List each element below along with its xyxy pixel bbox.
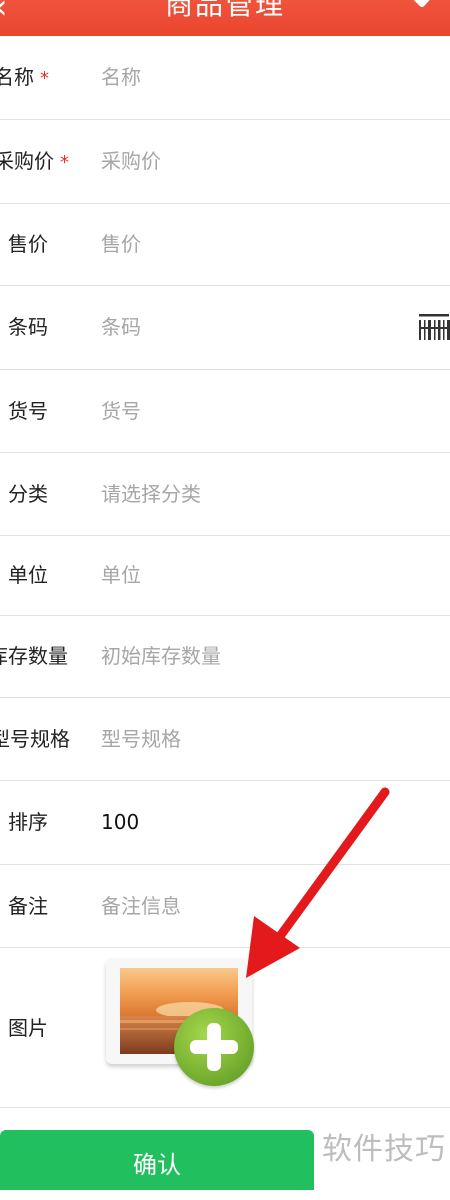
form-row-stock: 库存数量 初始库存数量 [0, 616, 450, 698]
barcode-input[interactable]: 条码 [101, 314, 141, 340]
remark-input[interactable]: 备注信息 [101, 893, 181, 919]
form-row-unit: 单位 单位 [0, 536, 450, 616]
required-star: * [60, 152, 69, 173]
watermark-text: 软件技巧 [322, 1132, 446, 1167]
app-header: ‹ 商品管理 [0, 0, 450, 36]
form-row-barcode: 条码 条码 [0, 286, 450, 370]
name-input[interactable]: 名称 [101, 64, 141, 90]
remark-label: 备注 [8, 894, 48, 918]
stock-label: 库存数量 [0, 644, 68, 668]
unit-label: 单位 [8, 563, 48, 587]
add-image-icon[interactable] [106, 958, 256, 1086]
form-row-sale-price: 售价 售价 [0, 204, 450, 286]
image-label: 图片 [8, 1016, 48, 1040]
purchase-price-input[interactable]: 采购价 [101, 148, 161, 174]
sale-price-input[interactable]: 售价 [101, 231, 141, 257]
model-input[interactable]: 型号规格 [101, 726, 181, 752]
plus-icon [174, 1008, 254, 1086]
form-row-sku: 货号 货号 [0, 370, 450, 453]
stock-input[interactable]: 初始库存数量 [101, 643, 221, 669]
sale-price-label: 售价 [8, 232, 48, 256]
name-label: 名称 * [0, 65, 49, 89]
sort-label: 排序 [8, 810, 48, 834]
sku-input[interactable]: 货号 [101, 398, 141, 424]
barcode-label: 条码 [8, 315, 48, 339]
sort-input[interactable]: 100 [101, 809, 139, 835]
purchase-price-label: 采购价 * [0, 149, 69, 173]
form-row-name: 名称 * 名称 [0, 36, 450, 120]
form-row-category: 分类 请选择分类 [0, 453, 450, 536]
required-star: * [40, 68, 49, 89]
red-arrow-icon [246, 787, 390, 978]
page-title: 商品管理 [164, 0, 285, 21]
confirm-button[interactable]: 确认 [0, 1130, 314, 1190]
form-row-model: 型号规格 型号规格 [0, 698, 450, 781]
model-label: 型号规格 [0, 727, 70, 751]
category-select[interactable]: 请选择分类 [101, 481, 201, 507]
check-icon[interactable] [404, 0, 444, 18]
form-row-purchase-price: 采购价 * 采购价 [0, 120, 450, 204]
unit-input[interactable]: 单位 [101, 562, 141, 588]
category-label: 分类 [8, 482, 48, 506]
barcode-scan-icon[interactable] [418, 312, 450, 342]
sku-label: 货号 [8, 399, 48, 423]
